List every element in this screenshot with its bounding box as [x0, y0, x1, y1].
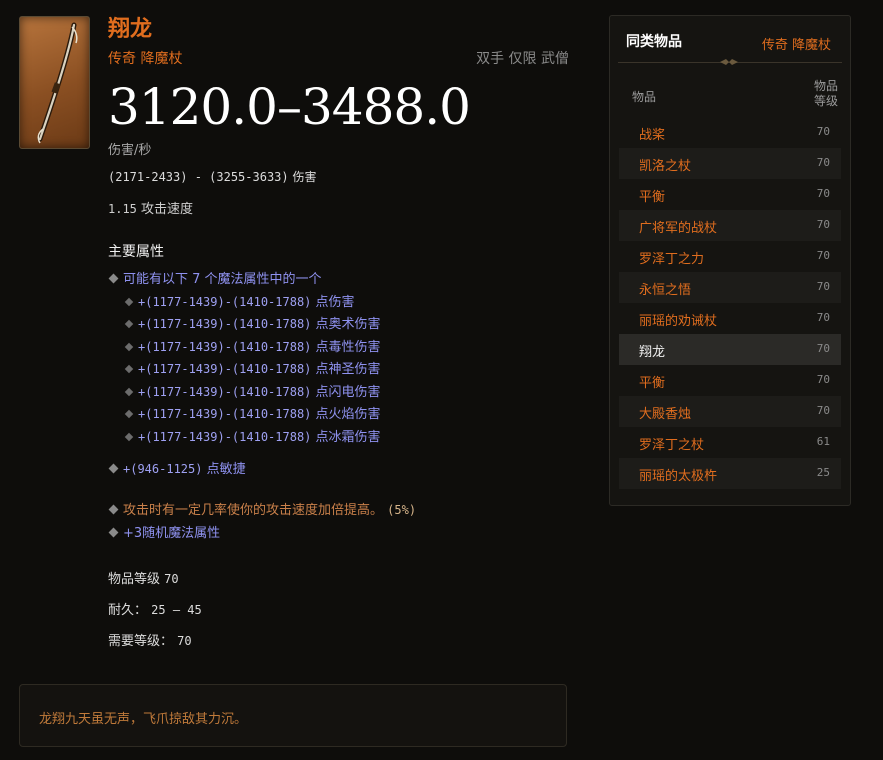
primary-prop: +(1177-1439)-(1410-1788) 点火焰伤害 [124, 403, 381, 422]
similar-item-row[interactable]: 翔龙 70 [619, 334, 841, 365]
similar-items-panel: 同类物品 传奇 降魔杖 物品 物品 等级 战桨 70 凯洛之杖 70 平衡 70 广将军的战… [609, 15, 851, 506]
diamond-bullet-icon [108, 527, 119, 538]
diamond-bullet-icon [108, 273, 119, 284]
similar-item-row[interactable]: 大殿香烛 70 [619, 396, 841, 427]
similar-items-title: 同类物品 [626, 34, 682, 50]
similar-item-level: 70 [816, 125, 830, 138]
similar-item-level: 70 [816, 342, 830, 355]
item-icon [19, 16, 90, 149]
similar-item-row[interactable]: 罗泽丁之杖 61 [619, 427, 841, 458]
primary-prop: +(1177-1439)-(1410-1788) 点毒性伤害 [124, 336, 381, 355]
similar-item-name[interactable]: 罗泽丁之杖 [639, 434, 704, 453]
similar-item-name[interactable]: 丽瑶的太极杵 [639, 465, 717, 484]
similar-item-level: 61 [816, 435, 830, 448]
item-name: 翔龙 [108, 17, 153, 42]
similar-item-name[interactable]: 大殿香烛 [639, 403, 691, 422]
similar-item-name[interactable]: 罗泽丁之力 [639, 248, 704, 267]
similar-item-name[interactable]: 平衡 [639, 186, 665, 205]
similar-item-row[interactable]: 战桨 70 [619, 117, 841, 148]
diamond-bullet-icon [124, 319, 134, 329]
primary-attributes-title: 主要属性 [108, 244, 164, 260]
similar-item-row[interactable]: 凯洛之杖 70 [619, 148, 841, 179]
dps-value: 3120.0–3488.0 [108, 78, 471, 136]
item-slot: 双手 仅限 武僧 [476, 51, 569, 67]
primary-prop: +(1177-1439)-(1410-1788) 点冰霜伤害 [124, 426, 381, 445]
flavor-text: 龙翔九天虽无声，飞爪掠敌其力沉。 [39, 712, 248, 727]
similar-item-name[interactable]: 战桨 [639, 124, 665, 143]
attack-speed: 1.15 攻击速度 [108, 198, 193, 217]
legendary-prop: 攻击时有一定几率使你的攻击速度加倍提高。 (5%) [108, 499, 416, 518]
similar-item-level: 70 [816, 280, 830, 293]
similar-item-level: 70 [816, 218, 830, 231]
similar-item-level: 70 [816, 187, 830, 200]
damage-range: (2171-2433) - (3255-3633) 伤害 [108, 168, 316, 185]
diamond-bullet-icon [108, 504, 119, 515]
random-prop: +3随机魔法属性 [108, 522, 220, 541]
diamond-bullet-icon [124, 387, 134, 397]
similar-item-row[interactable]: 广将军的战杖 70 [619, 210, 841, 241]
similar-item-level: 70 [816, 311, 830, 324]
flavor-box: 龙翔九天虽无声，飞爪掠敌其力沉。 [19, 684, 567, 747]
similar-item-row[interactable]: 平衡 70 [619, 365, 841, 396]
similar-item-level: 70 [816, 249, 830, 262]
primary-prop: +(1177-1439)-(1410-1788) 点神圣伤害 [124, 358, 381, 377]
similar-item-name[interactable]: 广将军的战杖 [639, 217, 717, 236]
similar-items-type: 传奇 降魔杖 [761, 38, 831, 53]
similar-item-level: 70 [816, 404, 830, 417]
primary-prop: +(1177-1439)-(1410-1788) 点闪电伤害 [124, 381, 381, 400]
item-level: 物品等级 70 [108, 572, 179, 587]
dexterity-prop: +(946-1125) 点敏捷 [108, 458, 246, 477]
attack-speed-value: 1.15 [108, 202, 137, 216]
diamond-bullet-icon [108, 463, 119, 474]
primary-intro: 可能有以下 7 个魔法属性中的一个 [108, 268, 322, 287]
similar-item-level: 70 [816, 373, 830, 386]
primary-prop: +(1177-1439)-(1410-1788) 点伤害 [124, 291, 355, 310]
similar-item-row[interactable]: 永恒之悟 70 [619, 272, 841, 303]
item-type: 传奇 降魔杖 [108, 51, 183, 67]
required-level: 需要等级： 70 [108, 634, 192, 649]
column-header-item: 物品 [632, 90, 657, 104]
damage-range-value: (2171-2433) - (3255-3633) [108, 170, 289, 184]
staff-icon [37, 22, 78, 144]
primary-intro-text: 可能有以下 7 个魔法属性中的一个 [123, 272, 322, 287]
diamond-bullet-icon [124, 297, 134, 307]
similar-item-name[interactable]: 翔龙 [639, 341, 665, 360]
durability: 耐久： 25 – 45 [108, 603, 202, 618]
similar-item-row[interactable]: 罗泽丁之力 70 [619, 241, 841, 272]
similar-item-name[interactable]: 平衡 [639, 372, 665, 391]
diamond-bullet-icon [124, 364, 134, 374]
ornament-icon [720, 59, 738, 65]
similar-item-row[interactable]: 丽瑶的劝诫杖 70 [619, 303, 841, 334]
diamond-bullet-icon [124, 342, 134, 352]
dps-label: 伤害/秒 [108, 143, 152, 158]
primary-prop: +(1177-1439)-(1410-1788) 点奥术伤害 [124, 313, 381, 332]
similar-item-row[interactable]: 丽瑶的太极杵 25 [619, 458, 841, 489]
diamond-bullet-icon [124, 409, 134, 419]
damage-range-label: 伤害 [292, 170, 317, 184]
column-header-level: 物品 等级 [813, 79, 838, 108]
similar-item-level: 70 [816, 156, 830, 169]
similar-item-level: 25 [816, 466, 830, 479]
similar-item-name[interactable]: 丽瑶的劝诫杖 [639, 310, 717, 329]
similar-item-name[interactable]: 凯洛之杖 [639, 155, 691, 174]
diamond-bullet-icon [124, 432, 134, 442]
similar-item-name[interactable]: 永恒之悟 [639, 279, 691, 298]
similar-item-row[interactable]: 平衡 70 [619, 179, 841, 210]
attack-speed-label: 攻击速度 [141, 202, 194, 217]
